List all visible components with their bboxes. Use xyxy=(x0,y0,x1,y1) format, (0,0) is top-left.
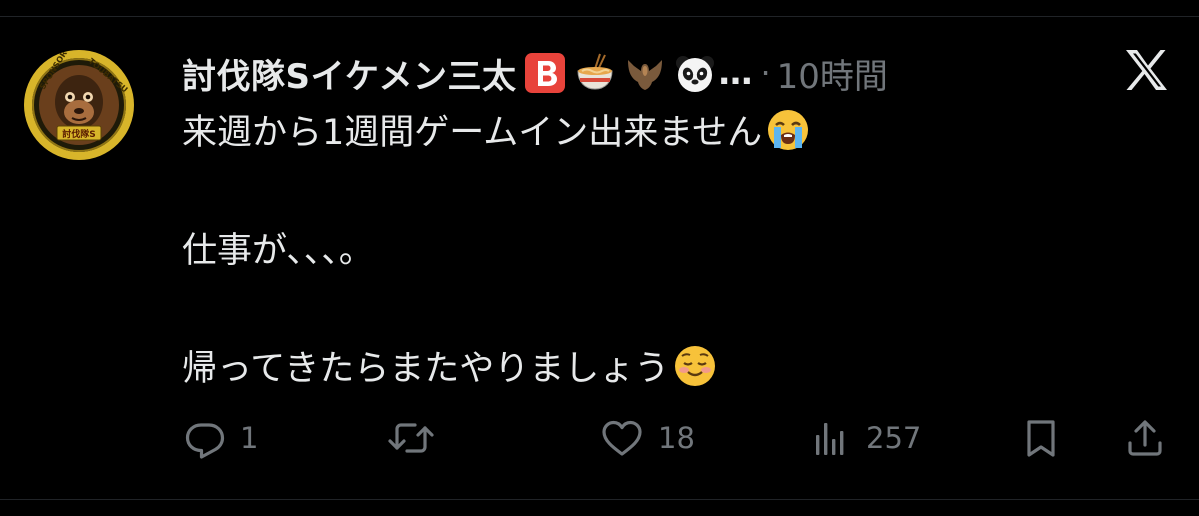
noodle-bowl-icon xyxy=(577,53,613,90)
bookmark-button[interactable] xyxy=(1020,414,1062,462)
repost-button[interactable] xyxy=(387,414,449,462)
panda-icon xyxy=(676,56,715,92)
tweet-line-1-text: 来週から1週間ゲームイン出来ません xyxy=(182,113,763,153)
like-count: 18 xyxy=(658,421,695,455)
tweet-line-2: 仕事が、、、。 xyxy=(182,226,1142,276)
tweet-line-3-text: 帰ってきたらまたやりましょう xyxy=(182,349,670,389)
separator-dot: · xyxy=(760,54,771,92)
timestamp[interactable]: 10時間 xyxy=(777,49,888,98)
name-ellipsis: … xyxy=(718,53,753,93)
like-button[interactable]: 18 xyxy=(600,414,695,462)
reply-count: 1 xyxy=(240,421,259,455)
smiling-face-icon xyxy=(675,346,716,386)
share-button[interactable] xyxy=(1124,414,1166,462)
tweet-line-2-text: 仕事が、、、。 xyxy=(182,231,374,271)
b-button-icon xyxy=(525,53,566,93)
avatar[interactable]: 討伐隊S SPONSOR TOUBATSU xyxy=(24,50,134,160)
loudly-crying-face-icon xyxy=(768,110,809,150)
tweet-header: 討伐隊Sイケメン三太 … · 10時間 xyxy=(182,44,888,102)
share-icon xyxy=(1128,420,1162,456)
tweet-line-1: 来週から1週間ゲームイン出来ません xyxy=(182,108,1142,158)
reply-icon xyxy=(185,423,225,459)
bat-icon xyxy=(628,60,663,90)
views-button[interactable]: 257 xyxy=(810,414,921,462)
tweet-line-3: 帰ってきたらまたやりましょう xyxy=(182,344,1142,394)
views-count: 257 xyxy=(866,421,922,455)
reply-button[interactable]: 1 xyxy=(184,414,258,462)
display-name[interactable]: 討伐隊Sイケメン三太 xyxy=(182,49,516,98)
heart-icon xyxy=(602,420,642,456)
analytics-icon xyxy=(816,423,844,455)
bookmark-icon xyxy=(1027,420,1055,457)
tweet-text: 来週から1週間ゲームイン出来ません 仕事が、、、。 帰ってきたらまたやりましょう xyxy=(182,108,1142,394)
top-divider xyxy=(0,16,1199,17)
avatar-badge-icon: 討伐隊S SPONSOR TOUBATSU xyxy=(24,50,134,160)
svg-text:討伐隊S: 討伐隊S xyxy=(62,128,95,140)
bottom-divider xyxy=(0,499,1199,500)
repost-icon xyxy=(388,423,434,453)
x-logo-icon[interactable] xyxy=(1122,46,1170,94)
